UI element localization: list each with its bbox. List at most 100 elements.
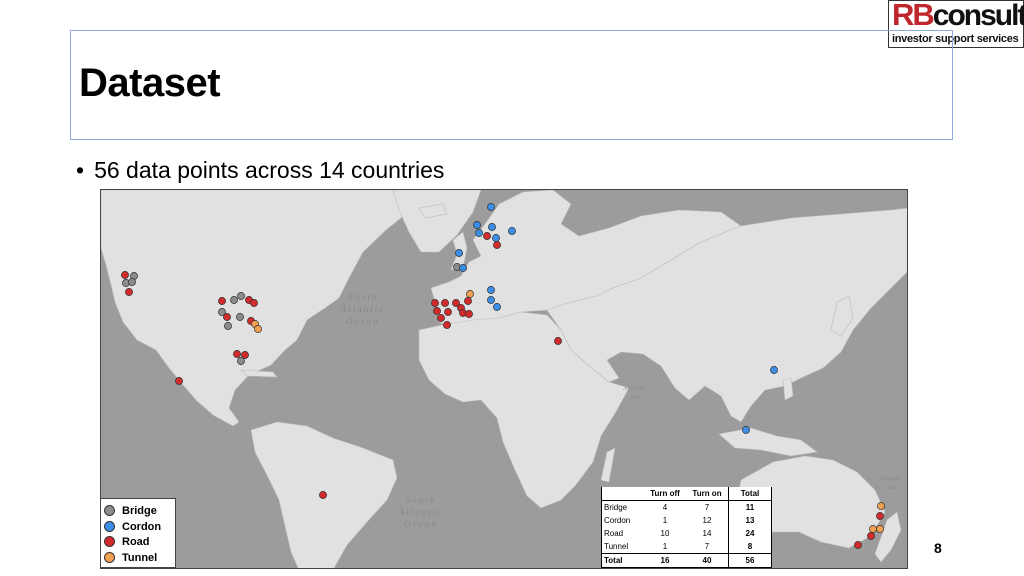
summary-cell: 10	[660, 529, 670, 538]
summary-cell: 56	[728, 553, 772, 568]
summary-header-row: Turn off Turn on Total	[601, 487, 772, 501]
summary-cell: 8	[728, 540, 772, 554]
summary-row: Tunnel 1 7 8	[601, 540, 772, 554]
legend-item-cordon: Cordon	[104, 519, 161, 534]
legend-label: Road	[122, 535, 150, 548]
map-marker-road	[464, 297, 472, 305]
summary-cell: 1	[662, 516, 668, 525]
ocean-label: Arabian	[622, 386, 646, 392]
map-marker-bridge	[230, 296, 238, 304]
map-marker-cordon	[770, 366, 778, 374]
summary-header-cell: Total	[728, 487, 772, 501]
summary-cell: 40	[686, 553, 729, 568]
summary-cell: 7	[704, 503, 710, 512]
legend-item-tunnel: Tunnel	[104, 550, 157, 565]
ocean-label: Sea	[886, 485, 896, 491]
map-marker-road	[465, 310, 473, 318]
summary-cell: 1	[662, 542, 668, 551]
map-marker-bridge	[236, 313, 244, 321]
map-marker-tunnel	[466, 290, 474, 298]
map-legend: Bridge Cordon Road Tunnel	[100, 498, 176, 568]
map-marker-road	[854, 541, 862, 549]
title-box: Dataset	[70, 30, 953, 140]
map-marker-road	[444, 308, 452, 316]
summary-cell: Cordon	[601, 514, 644, 527]
slide-title: Dataset	[79, 61, 221, 105]
map-marker-bridge	[237, 292, 245, 300]
world-map-svg: North Atlantic Ocean South Atlantic Ocea…	[101, 190, 907, 568]
summary-cell: Tunnel	[601, 540, 644, 554]
bullet-point: • 56 data points across 14 countries	[76, 157, 444, 184]
map-marker-road	[441, 299, 449, 307]
summary-row: Road 10 14 24	[601, 527, 772, 540]
map-marker-cordon	[487, 286, 495, 294]
map-marker-cordon	[492, 234, 500, 242]
map-marker-road	[437, 314, 445, 322]
map-marker-road	[233, 350, 241, 358]
summary-cell: 13	[728, 514, 772, 527]
summary-cell: Total	[601, 553, 644, 568]
bridge-marker-icon	[104, 505, 115, 516]
page-number: 8	[934, 540, 942, 556]
map-marker-road	[433, 307, 441, 315]
summary-cell: 11	[728, 500, 772, 514]
ocean-label: Ocean	[404, 519, 438, 529]
summary-table: Turn off Turn on Total Bridge 4 7 11 Cor…	[601, 487, 772, 568]
map-marker-cordon	[508, 227, 516, 235]
legend-label: Cordon	[122, 520, 162, 533]
ocean-label: South	[406, 495, 437, 505]
summary-header-cell: Turn on	[686, 487, 729, 501]
summary-cell: 7	[704, 542, 710, 551]
map-marker-road	[319, 491, 327, 499]
map-marker-cordon	[455, 249, 463, 257]
ocean-label: Tasman	[880, 476, 901, 482]
tunnel-marker-icon	[104, 552, 115, 563]
map-marker-cordon	[742, 426, 750, 434]
map-marker-bridge	[224, 322, 232, 330]
ocean-label: Atlantic	[340, 304, 386, 314]
map-marker-tunnel	[254, 325, 262, 333]
summary-cell: Road	[601, 527, 644, 540]
bullet-dot-icon: •	[76, 157, 85, 183]
map-marker-road	[223, 313, 231, 321]
summary-cell: 4	[662, 503, 668, 512]
map-marker-road	[554, 337, 562, 345]
ocean-label: North	[346, 292, 378, 302]
ocean-label: Sea	[630, 395, 640, 401]
logo-consult-text: consult	[932, 0, 1024, 32]
map-marker-bridge	[128, 278, 136, 286]
summary-cell: 16	[644, 553, 686, 568]
map-marker-road	[125, 288, 133, 296]
map-marker-cordon	[473, 221, 481, 229]
ocean-label: Atlantic	[398, 507, 444, 517]
map-marker-road	[121, 271, 129, 279]
summary-cell: 12	[702, 516, 712, 525]
cordon-marker-icon	[104, 521, 115, 532]
slide: RBconsult investor support services Data…	[0, 0, 1024, 576]
map-marker-tunnel	[877, 502, 885, 510]
map-marker-tunnel	[869, 525, 877, 533]
world-map: North Atlantic Ocean South Atlantic Ocea…	[100, 189, 908, 569]
summary-cell: 14	[702, 529, 712, 538]
summary-header-cell	[601, 487, 644, 501]
map-marker-road	[493, 241, 501, 249]
philippines-landmass	[782, 377, 794, 401]
map-marker-cordon	[459, 264, 467, 272]
legend-label: Bridge	[122, 504, 157, 517]
map-marker-cordon	[487, 296, 495, 304]
summary-cell: 24	[728, 527, 772, 540]
map-marker-road	[218, 297, 226, 305]
legend-label: Tunnel	[122, 551, 158, 564]
map-marker-road	[250, 299, 258, 307]
map-marker-cordon	[487, 203, 495, 211]
road-marker-icon	[104, 536, 115, 547]
summary-header-cell: Turn off	[644, 487, 686, 501]
map-marker-road	[483, 232, 491, 240]
map-marker-road	[175, 377, 183, 385]
map-marker-cordon	[475, 229, 483, 237]
map-marker-bridge	[237, 357, 245, 365]
legend-item-road: Road	[104, 534, 150, 549]
ocean-label: Ocean	[346, 316, 380, 326]
map-marker-road	[443, 321, 451, 329]
bullet-text: 56 data points across 14 countries	[94, 157, 445, 183]
